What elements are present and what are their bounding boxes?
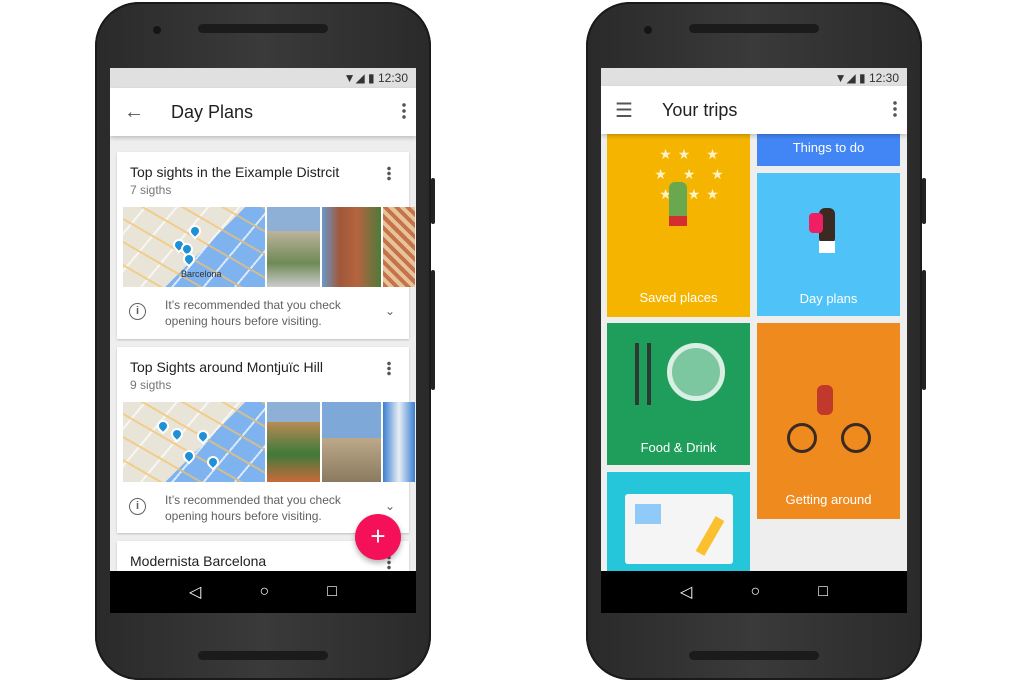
status-bar: ▼◢ ▮ 12:30 (110, 68, 416, 88)
food-drink-tile[interactable]: Food & Drink (607, 323, 750, 465)
recents-nav-icon[interactable]: □ (327, 583, 337, 601)
status-bar: ▼◢ ▮ 12:30 (601, 68, 907, 86)
saved-places-tile[interactable]: ★★ ★ ★ ★ ★ ★ ★★ Saved places (607, 134, 750, 317)
map-thumbnail[interactable]: Barcelona (123, 207, 265, 287)
stars-illustration: ★★ ★ ★ ★ ★ ★ ★★ (654, 146, 730, 202)
tile-label: Getting around (785, 492, 872, 507)
map-pin-icon (180, 447, 198, 465)
info-text: It’s recommended that you check opening … (165, 493, 341, 523)
card-title: Top sights in the Eixample Distrcit (130, 164, 340, 180)
more-options-icon[interactable] (893, 100, 897, 118)
card-subtitle: 9 sigths (130, 378, 172, 392)
speaker (198, 651, 328, 660)
map-pin-icon (194, 427, 212, 445)
card-title: Top Sights around Montjuïc Hill (130, 359, 323, 375)
bicycle-wheel (841, 423, 871, 453)
page-title: Your trips (662, 99, 738, 120)
girl-skirt (669, 216, 687, 226)
map-pin-icon (168, 425, 186, 443)
map-label: Barcelona (181, 269, 222, 279)
menu-icon[interactable]: ☰ (615, 98, 633, 123)
cyclist-illustration (817, 385, 833, 415)
card-images: Barcelona (123, 207, 415, 287)
card-images (123, 402, 415, 482)
your-trips-screen: ▼◢ ▮ 12:30 ☰ Your trips ★★ ★ ★ ★ ★ ★ ★★ Sa… (601, 68, 907, 613)
page-title: Day Plans (171, 101, 254, 122)
card-menu-icon[interactable] (387, 166, 391, 181)
tile-label: Saved places (639, 290, 718, 305)
expand-chevron-icon[interactable]: ⌄ (385, 499, 395, 513)
walker-shorts (819, 241, 835, 253)
clock: 12:30 (377, 71, 408, 85)
speaker (689, 651, 819, 660)
plate-illustration (667, 343, 725, 401)
add-day-plan-button[interactable]: + (355, 514, 401, 560)
map-pin-icon (154, 417, 172, 435)
home-nav-icon[interactable]: ○ (259, 583, 269, 601)
day-plans-tile[interactable]: Day plans (757, 173, 900, 316)
home-nav-icon[interactable]: ○ (750, 583, 760, 601)
camera (153, 26, 161, 34)
speaker (198, 24, 328, 33)
photo-thumbnail[interactable] (322, 402, 381, 482)
map-pin-icon (186, 222, 204, 240)
photo-thumbnail[interactable] (267, 402, 320, 482)
map-thumbnail[interactable] (123, 402, 265, 482)
back-nav-icon[interactable]: ◁ (680, 582, 692, 602)
card-title: Modernista Barcelona (130, 553, 267, 569)
info-icon: i (129, 498, 146, 515)
day-plan-card[interactable]: Top Sights around Montjuïc Hill 9 sigths… (117, 347, 415, 533)
photo-thumbnail[interactable] (267, 207, 320, 287)
tile-label: Day plans (799, 291, 858, 306)
card-menu-icon[interactable] (387, 361, 391, 376)
back-arrow-icon[interactable]: ← (124, 101, 144, 124)
back-nav-icon[interactable]: ◁ (189, 582, 201, 602)
things-to-do-tile[interactable]: Things to do (757, 134, 900, 166)
right-phone: ▼◢ ▮ 12:30 ☰ Your trips ★★ ★ ★ ★ ★ ★ ★★ Sa… (586, 2, 926, 680)
knife-icon (647, 343, 651, 405)
expand-chevron-icon[interactable]: ⌄ (385, 304, 395, 318)
guide-tile[interactable] (607, 472, 750, 572)
getting-around-tile[interactable]: Getting around (757, 323, 900, 519)
tile-label: Things to do (792, 140, 865, 155)
map-pin-icon (204, 453, 222, 471)
navigation-bar: ◁ ○ □ (110, 571, 416, 613)
backpack-illustration (809, 213, 823, 233)
tile-label: Food & Drink (640, 440, 717, 455)
clock: 12:30 (868, 71, 899, 85)
navigation-bar: ◁ ○ □ (601, 571, 907, 613)
camera (644, 26, 652, 34)
volume-button[interactable] (922, 270, 926, 390)
more-options-icon[interactable] (402, 102, 406, 120)
app-bar: ☰ Your trips (601, 86, 907, 134)
power-button[interactable] (922, 178, 926, 224)
cart-image (635, 504, 661, 524)
photo-thumbnail[interactable] (383, 402, 415, 482)
speaker (689, 24, 819, 33)
photo-thumbnail[interactable] (322, 207, 381, 287)
power-button[interactable] (431, 178, 435, 224)
recents-nav-icon[interactable]: □ (818, 583, 828, 601)
day-plans-screen: ▼◢ ▮ 12:30 ← Day Plans Top sights in the… (110, 68, 416, 613)
bicycle-wheel (787, 423, 817, 453)
girl-illustration (669, 182, 687, 216)
fork-icon (635, 343, 639, 405)
left-phone: ▼◢ ▮ 12:30 ← Day Plans Top sights in the… (95, 2, 435, 680)
day-plan-card[interactable]: Top sights in the Eixample Distrcit 7 si… (117, 152, 415, 339)
photo-thumbnail[interactable] (383, 207, 415, 287)
info-icon: i (129, 303, 146, 320)
card-subtitle: 7 sigths (130, 183, 172, 197)
info-text: It’s recommended that you check opening … (165, 298, 341, 328)
app-bar: ← Day Plans (110, 88, 416, 136)
volume-button[interactable] (431, 270, 435, 390)
